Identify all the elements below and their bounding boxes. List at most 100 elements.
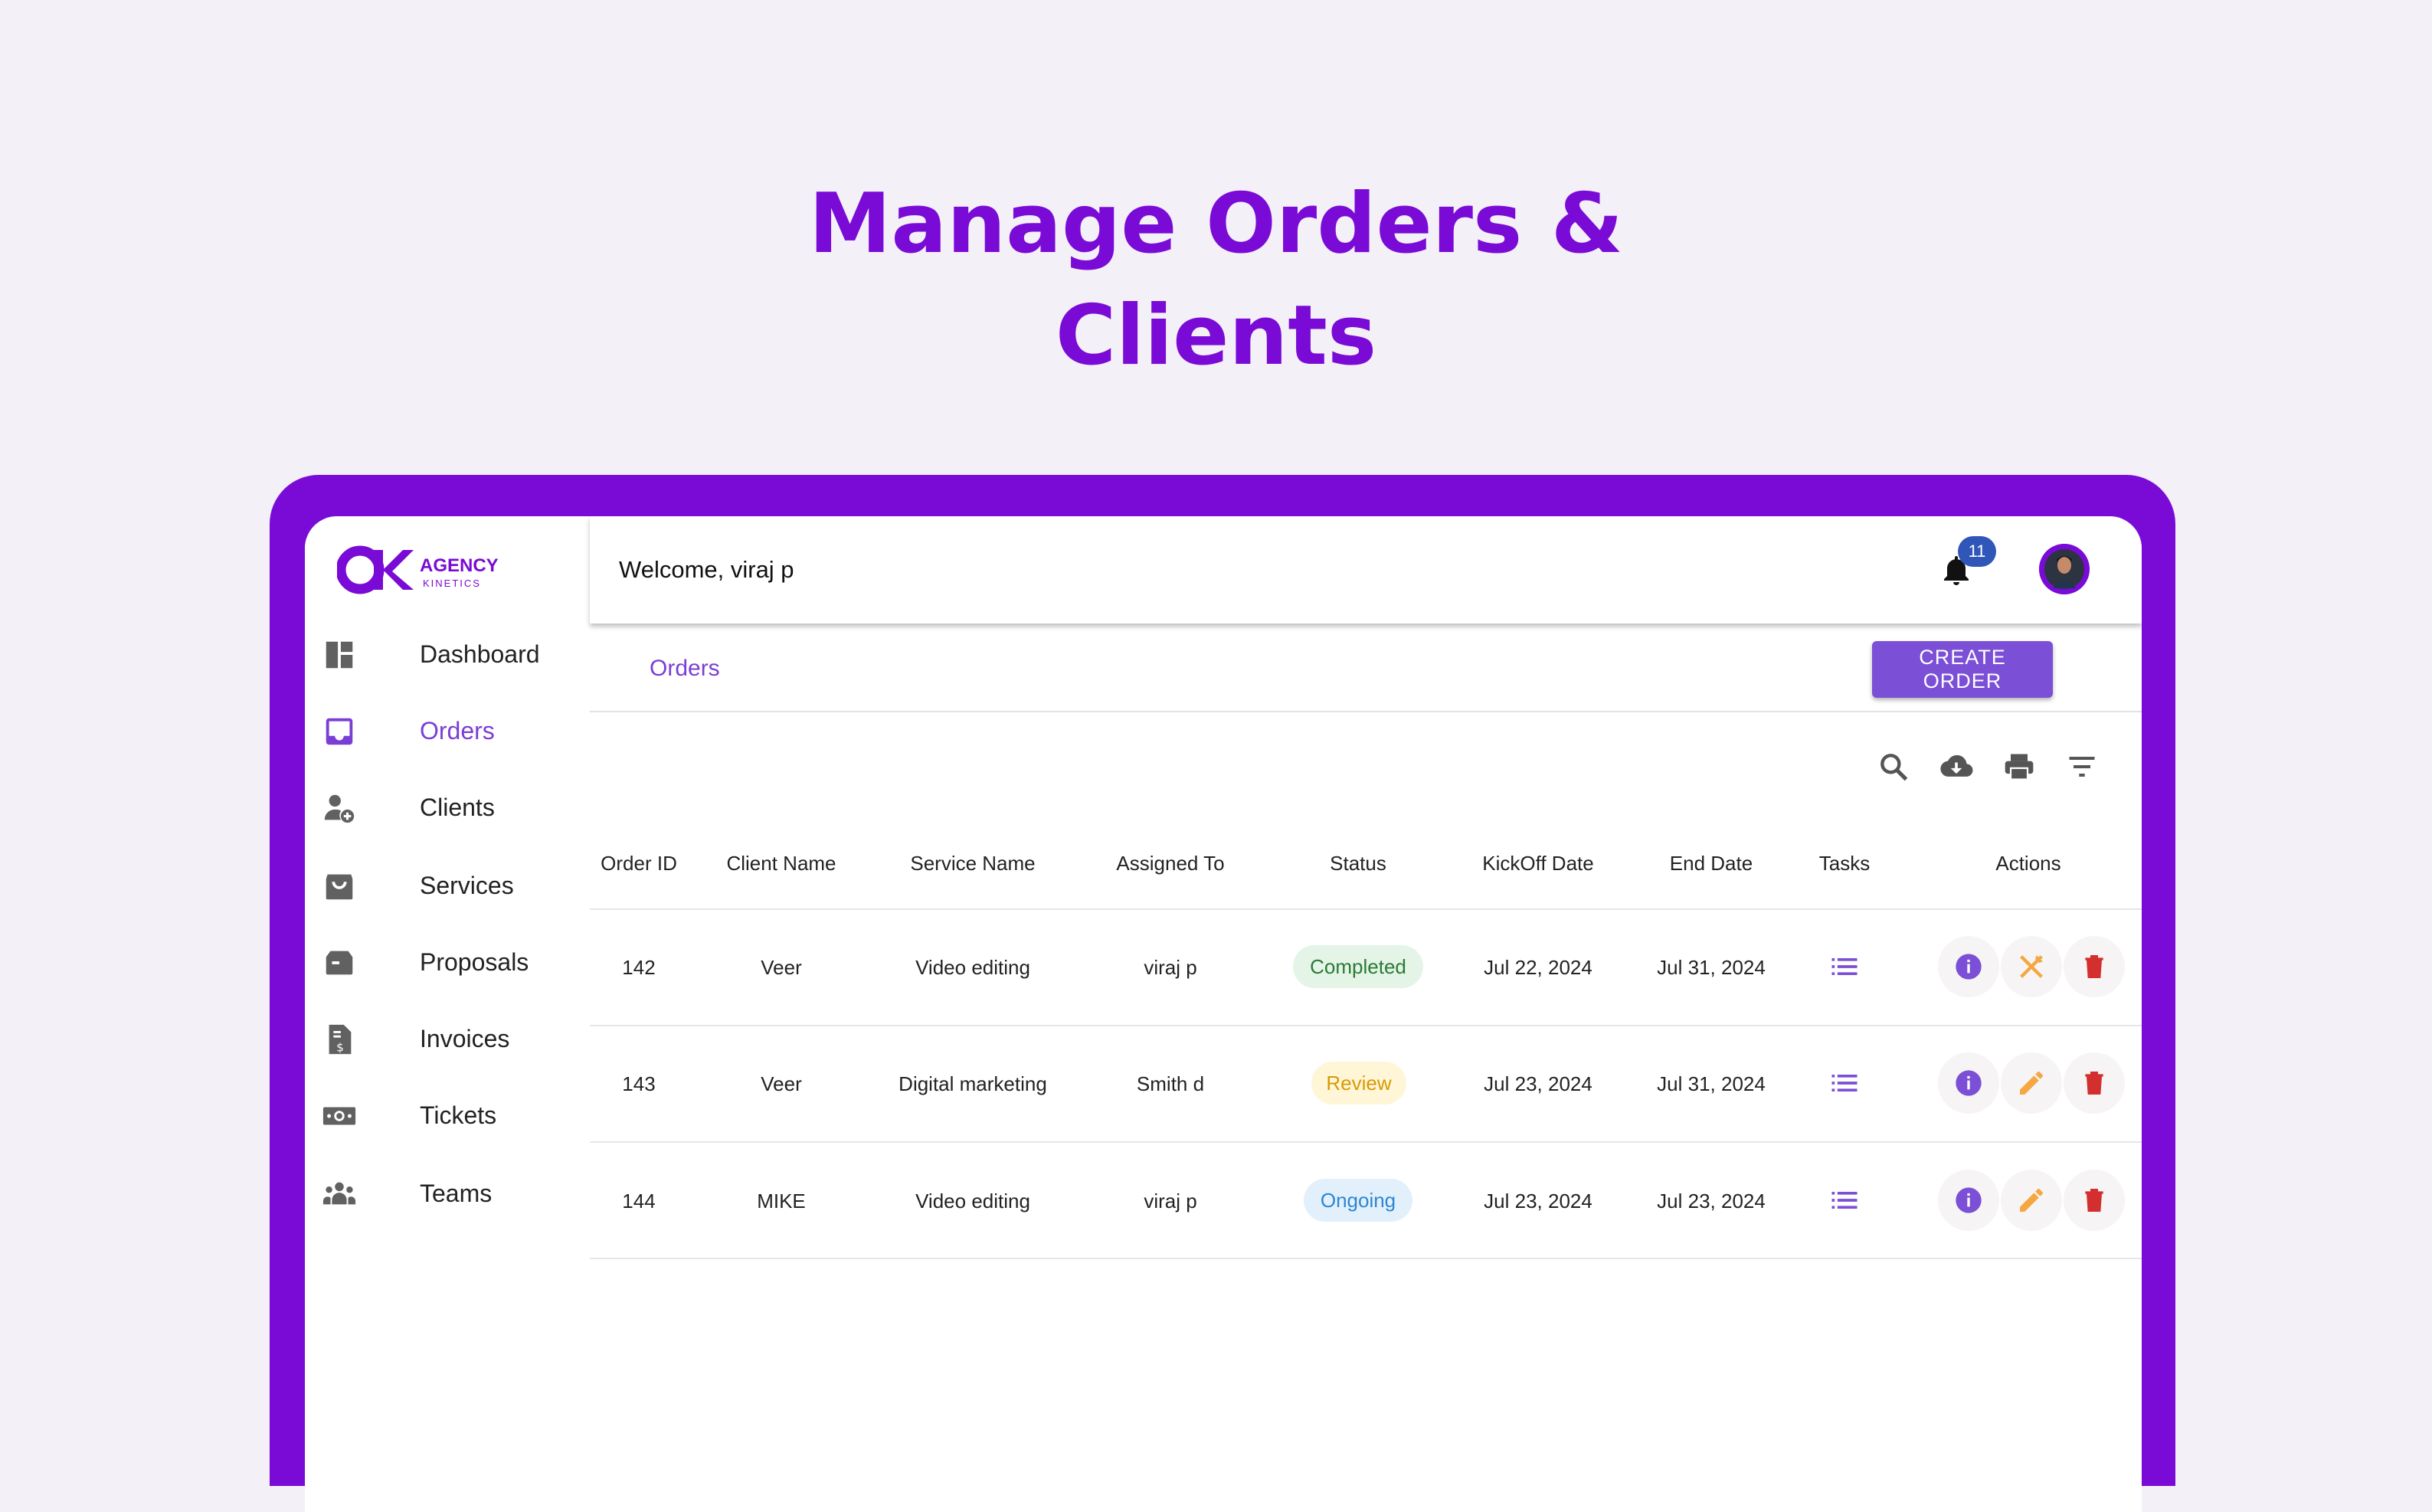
- trash-icon: [2085, 1189, 2103, 1212]
- cell-service-name: Video editing: [915, 1190, 1030, 1213]
- column-header-tasks: Tasks: [1818, 852, 1871, 875]
- info-icon: [1956, 1187, 1982, 1213]
- cell-assigned-to: viraj p: [1144, 956, 1197, 979]
- welcome-message: Welcome, viraj p: [619, 556, 794, 583]
- search-icon[interactable]: [1877, 750, 1910, 784]
- mailbox-icon: [326, 951, 353, 975]
- sidebar-item-teams[interactable]: Teams: [305, 1160, 590, 1229]
- print-icon[interactable]: [2002, 750, 2036, 784]
- user-avatar[interactable]: [2039, 544, 2090, 594]
- status-badge: Completed: [1293, 945, 1423, 988]
- cell-end-date: Jul 23, 2024: [1657, 1190, 1766, 1213]
- divider: [590, 1141, 2142, 1143]
- column-header-order-id[interactable]: Order ID: [590, 852, 688, 875]
- cell-order-id: 143: [622, 1072, 656, 1095]
- cell-kickoff-date: Jul 22, 2024: [1484, 956, 1592, 979]
- add-person-icon: [324, 794, 355, 823]
- brand-logo[interactable]: AGENCY KINETICS: [336, 539, 521, 601]
- cell-assigned-to: viraj p: [1144, 1190, 1197, 1213]
- cell-kickoff-date: Jul 23, 2024: [1484, 1190, 1592, 1213]
- inbox-icon: [326, 718, 353, 745]
- sidebar-item-clients[interactable]: Clients: [305, 774, 590, 843]
- sidebar: AGENCY KINETICS Dashboard Orders Clients…: [305, 516, 590, 1282]
- column-header-service-name[interactable]: Service Name: [873, 852, 1072, 875]
- sidebar-item-proposals[interactable]: Proposals: [305, 928, 590, 997]
- sidebar-item-label: Clients: [420, 794, 495, 821]
- shopping-bag-icon: [326, 874, 353, 900]
- cell-end-date: Jul 31, 2024: [1657, 1072, 1766, 1095]
- cell-client-name: Veer: [761, 956, 802, 979]
- cloud-download-icon[interactable]: [1939, 750, 1973, 784]
- app-window: AGENCY KINETICS Dashboard Orders Clients…: [305, 516, 2142, 1512]
- edit-button[interactable]: [2001, 1170, 2062, 1231]
- cell-client-name: MIKE: [757, 1190, 806, 1213]
- sidebar-item-label: Teams: [420, 1180, 493, 1207]
- groups-icon: [322, 1182, 356, 1205]
- brand-name: AGENCY: [420, 555, 499, 576]
- sidebar-item-orders[interactable]: Orders: [305, 697, 590, 766]
- info-button[interactable]: [1938, 1170, 1999, 1231]
- column-header-client-name[interactable]: Client Name: [703, 852, 859, 875]
- column-header-end-date[interactable]: End Date: [1627, 852, 1795, 875]
- column-header-kickoff-date[interactable]: KickOff Date: [1454, 852, 1622, 875]
- sidebar-item-label: Orders: [420, 717, 495, 745]
- breadcrumb-orders[interactable]: Orders: [650, 656, 720, 682]
- sidebar-item-label: Invoices: [420, 1025, 510, 1052]
- cell-client-name: Veer: [761, 1072, 802, 1095]
- column-header-actions: Actions: [1995, 852, 2061, 875]
- column-header-assigned-to[interactable]: Assigned To: [1079, 852, 1262, 875]
- cell-service-name: Digital marketing: [898, 1072, 1047, 1095]
- sidebar-item-services[interactable]: Services: [305, 852, 590, 921]
- pencil-icon: [2020, 1071, 2043, 1095]
- hero-title-line-2: Clients: [1055, 288, 1377, 384]
- cell-end-date: Jul 31, 2024: [1657, 956, 1766, 979]
- svg-text:$: $: [336, 1040, 344, 1054]
- cell-order-id: 144: [622, 1190, 656, 1213]
- cell-order-id: 142: [622, 956, 656, 979]
- hero-title: Manage Orders & Clients: [0, 169, 2432, 392]
- sidebar-item-tickets[interactable]: Tickets: [305, 1082, 590, 1150]
- sidebar-item-label: Proposals: [420, 948, 529, 976]
- sidebar-item-invoices[interactable]: $ Invoices: [305, 1005, 590, 1074]
- task-list-icon[interactable]: [1828, 950, 1861, 983]
- divider: [590, 908, 2142, 910]
- sidebar-item-label: Dashboard: [420, 640, 540, 668]
- trash-icon: [2085, 955, 2103, 978]
- info-icon: [1956, 954, 1982, 980]
- logo-mark-icon: AGENCY KINETICS: [336, 545, 499, 594]
- info-icon: [1956, 1070, 1982, 1096]
- column-header-status[interactable]: Status: [1270, 852, 1446, 875]
- design-tools-icon: [2020, 955, 2043, 978]
- brand-tagline: KINETICS: [423, 578, 481, 589]
- status-badge: Review: [1311, 1062, 1406, 1105]
- status-badge: Ongoing: [1304, 1179, 1412, 1222]
- task-list-icon[interactable]: [1828, 1066, 1861, 1100]
- cell-assigned-to: Smith d: [1136, 1072, 1205, 1095]
- info-button[interactable]: [1938, 1052, 1999, 1114]
- divider: [590, 1025, 2142, 1026]
- delete-button[interactable]: [2064, 1170, 2125, 1231]
- notification-count-badge: 11: [1958, 536, 1996, 567]
- edit-button[interactable]: [2001, 1052, 2062, 1114]
- filter-icon[interactable]: [2065, 750, 2099, 784]
- divider: [590, 711, 2142, 712]
- cell-service-name: Video editing: [915, 956, 1030, 979]
- delete-button[interactable]: [2064, 1052, 2125, 1114]
- info-button[interactable]: [1938, 936, 1999, 997]
- trash-icon: [2085, 1072, 2103, 1095]
- cell-kickoff-date: Jul 23, 2024: [1484, 1072, 1592, 1095]
- user-avatar-icon: [2039, 544, 2090, 594]
- sidebar-item-dashboard[interactable]: Dashboard: [305, 620, 590, 689]
- divider: [590, 1258, 2142, 1259]
- task-list-icon[interactable]: [1828, 1183, 1861, 1217]
- edit-tools-button[interactable]: [2001, 936, 2062, 997]
- delete-button[interactable]: [2064, 936, 2125, 997]
- invoice-icon: $: [329, 1024, 352, 1054]
- create-order-button[interactable]: CREATE ORDER: [1872, 641, 2053, 698]
- dashboard-icon: [326, 641, 353, 669]
- sidebar-item-label: Services: [420, 872, 514, 899]
- sidebar-item-label: Tickets: [420, 1101, 497, 1129]
- pencil-icon: [2020, 1188, 2043, 1212]
- top-bar: Welcome, viraj p 11: [590, 516, 2142, 623]
- money-icon: [322, 1107, 356, 1125]
